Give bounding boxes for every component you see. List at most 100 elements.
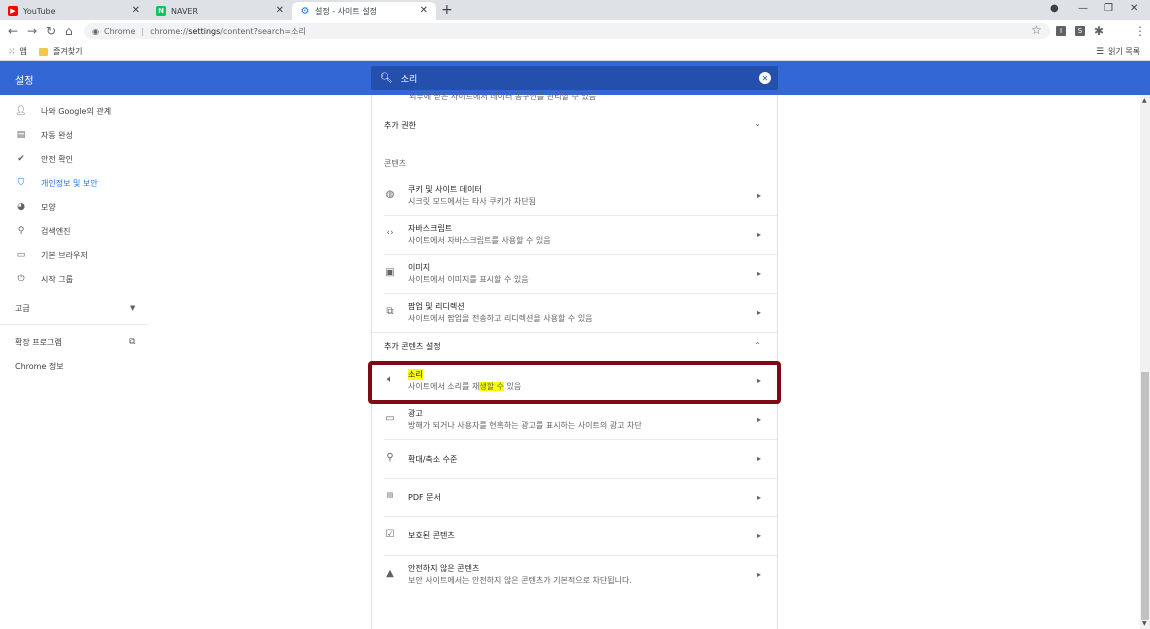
tab-youtube[interactable]: ▶ YouTube ✕	[0, 2, 148, 20]
row-cookies[interactable]: ◍ 쿠키 및 사이트 데이터 시크릿 모드에서는 타사 쿠키가 차단됨 ▸	[372, 177, 777, 215]
sidebar-item-default-browser[interactable]: ▭ 기본 브라우저	[0, 245, 150, 265]
bookmark-star-icon[interactable]: ☆	[1031, 23, 1042, 37]
tab-strip: ▶ YouTube ✕ N NAVER ✕ ⚙ 설정 - 사이트 설정 ✕ + …	[0, 0, 1150, 20]
row-popups[interactable]: ⧉ 팝업 및 리디렉션 사이트에서 팝업을 전송하고 리디렉션을 사용할 수 있…	[372, 294, 777, 332]
sidebar-extensions[interactable]: 확장 프로그램 ⧉	[0, 332, 150, 352]
chevron-right-icon: ▸	[756, 570, 761, 579]
partially-visible-text: 외부에 받은 사이트에서 데이터 동구인를 관리할 수 있음	[409, 92, 597, 101]
sidebar-item-appearance[interactable]: ◕ 모양	[0, 197, 150, 217]
sidebar-item-label: 모양	[41, 202, 56, 212]
youtube-icon: ▶	[8, 6, 18, 16]
external-link-icon: ⧉	[386, 306, 394, 317]
reading-list-label: 읽기 목록	[1108, 47, 1141, 56]
chevron-right-icon: ▸	[756, 531, 761, 540]
sidebar-item-privacy[interactable]: ⛉ 개인정보 및 보안	[0, 173, 150, 193]
row-ads[interactable]: ▭ 광고 방해가 되거나 사용자를 현혹하는 광고를 표시하는 사이트의 광고 …	[372, 401, 777, 439]
row-description: 시크릿 모드에서는 타사 쿠키가 차단됨	[408, 197, 536, 206]
row-description: 사이트에서 이미지를 표시할 수 있음	[408, 275, 529, 284]
apps-label: 앱	[19, 47, 27, 56]
tab-naver[interactable]: N NAVER ✕	[148, 2, 292, 20]
page-title: 설정	[15, 76, 34, 87]
minimize-icon[interactable]: —	[1078, 3, 1088, 14]
sidebar-about-chrome[interactable]: Chrome 정보	[0, 356, 150, 376]
additional-content-settings-row[interactable]: 추가 콘텐츠 설정 ⌃	[372, 333, 777, 359]
folder-icon	[39, 47, 48, 56]
browser-icon: ▭	[16, 250, 26, 260]
settings-search[interactable]: 🔍︎ 소리 ✕	[371, 66, 778, 90]
clipboard-icon: ▤	[16, 130, 26, 140]
row-title: 확대/축소 수준	[408, 455, 458, 464]
menu-kebab-icon[interactable]: ⋮	[1134, 24, 1146, 38]
row-description: 사이트에서 자바스크립트를 사용할 수 있음	[408, 236, 551, 245]
sidebar-item-google[interactable]: 👤︎ 나와 Google의 관계	[0, 101, 150, 121]
chevron-right-icon: ▸	[756, 415, 761, 424]
home-icon[interactable]: ⌂	[65, 24, 73, 38]
scroll-up-icon[interactable]: ▲	[1142, 97, 1147, 104]
sidebar-item-safety-check[interactable]: ✔ 안전 확인	[0, 149, 150, 169]
row-images[interactable]: ▣ 이미지 사이트에서 이미지를 표시할 수 있음 ▸	[372, 255, 777, 293]
reading-list[interactable]: ☰ 읽기 목록	[1096, 46, 1140, 57]
row-title: PDF 문서	[408, 493, 441, 502]
bookmark-folder[interactable]: 즐겨찾기	[39, 46, 82, 57]
sidebar-item-autofill[interactable]: ▤ 자동 완성	[0, 125, 150, 145]
search-input[interactable]: 소리	[401, 72, 418, 85]
section-title-content: 콘텐츠	[384, 159, 407, 168]
sidebar-item-label: 나와 Google의 관계	[41, 106, 112, 116]
close-icon[interactable]: ✕	[132, 5, 140, 16]
pdf-icon: ▤	[386, 491, 394, 499]
sidebar-item-label: 자동 완성	[41, 130, 73, 140]
row-protected-content[interactable]: ☑ 보호된 콘텐츠 ▸	[372, 517, 777, 555]
close-icon[interactable]: ✕	[420, 5, 428, 16]
settings-gear-icon: ⚙	[300, 5, 310, 17]
row-title: 광고	[408, 409, 423, 418]
row-description: 방해가 되거나 사용자를 현혹하는 광고를 표시하는 사이트의 광고 차단	[408, 421, 642, 430]
extension-1-icon[interactable]: I	[1056, 26, 1066, 36]
row-title: 추가 권한	[384, 121, 416, 130]
reload-icon[interactable]: ↻	[46, 24, 56, 38]
person-icon: 👤︎	[15, 106, 27, 116]
additional-permissions-row[interactable]: 추가 권한 ⌄	[372, 113, 777, 137]
close-icon[interactable]: ✕	[276, 5, 284, 16]
sidebar-item-search-engine[interactable]: ⚲ 검색엔진	[0, 221, 150, 241]
naver-icon: N	[156, 6, 166, 16]
advanced-label: 고급	[15, 303, 30, 313]
row-javascript[interactable]: ‹› 자바스크립트 사이트에서 자바스크립트를 사용할 수 있음 ▸	[372, 216, 777, 254]
clear-search-icon[interactable]: ✕	[759, 72, 771, 84]
scroll-down-icon[interactable]: ▼	[1142, 620, 1147, 627]
puzzle-extensions-icon[interactable]: ✱	[1094, 24, 1104, 38]
tab-settings[interactable]: ⚙ 설정 - 사이트 설정 ✕	[292, 2, 436, 20]
protected-content-icon: ☑	[385, 529, 395, 540]
chevron-right-icon: ▸	[756, 230, 761, 239]
site-label: Chrome	[103, 26, 136, 36]
sidebar-divider	[0, 324, 148, 325]
row-pdf[interactable]: ▤ PDF 문서 ▸	[372, 479, 777, 517]
scrollbar-thumb[interactable]	[1141, 372, 1149, 620]
row-zoom[interactable]: ⚲ 확대/축소 수준 ▸	[372, 440, 777, 478]
forward-arrow-icon[interactable]: →	[27, 24, 37, 38]
back-arrow-icon[interactable]: ←	[8, 24, 18, 38]
row-title: 추가 콘텐츠 설정	[384, 342, 441, 351]
row-insecure-content[interactable]: ▲ 안전하지 않은 콘텐츠 보안 사이트에서는 안전하지 않은 콘텐츠가 기본적…	[372, 556, 777, 594]
zoom-icon: ⚲	[386, 452, 394, 463]
profile-icon[interactable]: ●	[1050, 3, 1059, 14]
restore-icon[interactable]: ❐	[1104, 3, 1113, 14]
row-title: 쿠키 및 사이트 데이터	[408, 185, 482, 194]
new-tab-button[interactable]: +	[441, 2, 453, 18]
bookmark-apps[interactable]: ⁙ 앱	[8, 46, 27, 57]
sidebar-item-label: 기본 브라우저	[41, 250, 88, 260]
row-title: 자바스크립트	[408, 224, 453, 233]
address-bar[interactable]: ◉ Chrome | chrome://settings/content?sea…	[84, 23, 1050, 39]
chevron-right-icon: ▸	[756, 454, 761, 463]
toolbar: ← → ↻ ⌂ ◉ Chrome | chrome://settings/con…	[0, 20, 1150, 42]
open-external-icon: ⧉	[129, 337, 136, 347]
chevron-right-icon: ▸	[756, 493, 761, 502]
sidebar-item-label: 검색엔진	[41, 226, 71, 236]
extension-2-icon[interactable]: S	[1075, 26, 1085, 36]
row-title: 보호된 콘텐츠	[408, 531, 455, 540]
window-close-icon[interactable]: ✕	[1130, 3, 1138, 14]
sidebar-item-on-startup[interactable]: ⏻ 시작 그룹	[0, 269, 150, 289]
url-path: /content?search=소리	[220, 26, 306, 36]
ads-icon: ▭	[385, 413, 395, 424]
sidebar-advanced[interactable]: 고급 ▼	[0, 298, 150, 318]
bookmarks-bar: ⁙ 앱 즐겨찾기 ☰ 읽기 목록	[0, 42, 1150, 61]
